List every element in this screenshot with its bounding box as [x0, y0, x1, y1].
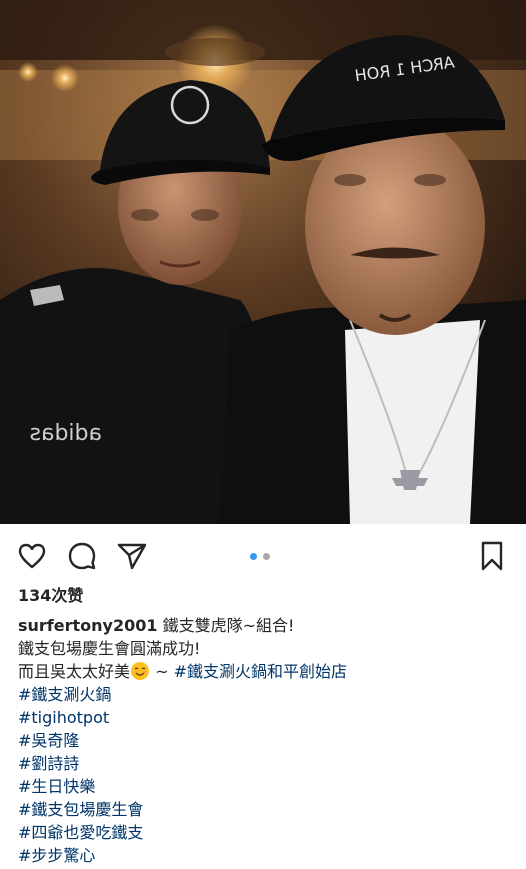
caption-line-2: 鐵支包場慶生會圓滿成功! — [18, 639, 201, 658]
hashtag-link[interactable]: #鐵支涮火鍋 — [18, 683, 518, 706]
comment-icon[interactable] — [66, 540, 98, 572]
hashtag-link[interactable]: #鐵支涮火鍋和平創始店 — [174, 662, 347, 681]
caption-text: ~ — [150, 662, 174, 681]
post-photo-image: adidas ARCH 1 ROH — [0, 0, 526, 524]
post-caption: 134次赞 surfertony2001 鐵支雙虎隊~組合! 鐵支包場慶生會圓滿… — [18, 584, 518, 867]
post-action-bar — [0, 524, 526, 588]
caption-line-1: surfertony2001 鐵支雙虎隊~組合! — [18, 614, 518, 637]
svg-text:adidas: adidas — [30, 421, 102, 446]
caption-text: 鐵支雙虎隊~組合! — [157, 616, 295, 635]
likes-count[interactable]: 134次赞 — [18, 584, 518, 607]
heart-icon[interactable] — [16, 540, 48, 572]
carousel-dot-active — [250, 553, 257, 560]
carousel-dot — [263, 553, 270, 560]
hashtag-link[interactable]: #劉詩詩 — [18, 752, 518, 775]
smiling-face-emoji-icon — [131, 662, 150, 680]
hashtag-link[interactable]: #吳奇隆 — [18, 729, 518, 752]
paper-plane-icon[interactable] — [116, 540, 148, 572]
hashtag-link[interactable]: #生日快樂 — [18, 775, 518, 798]
caption-line-3: 而且吳太太好美 ~ #鐵支涮火鍋和平創始店 — [18, 660, 518, 683]
caption-text: 而且吳太太好美 — [18, 662, 131, 681]
post-photo[interactable]: adidas ARCH 1 ROH — [0, 0, 526, 524]
hashtag-link[interactable]: #鐵支包場慶生會 — [18, 798, 518, 821]
username-link[interactable]: surfertony2001 — [18, 616, 158, 635]
bookmark-icon[interactable] — [476, 540, 508, 572]
hashtag-link[interactable]: #tigihotpot — [18, 706, 518, 729]
hashtag-link[interactable]: #步步驚心 — [18, 844, 518, 867]
hashtag-link[interactable]: #四爺也愛吃鐵支 — [18, 821, 518, 844]
